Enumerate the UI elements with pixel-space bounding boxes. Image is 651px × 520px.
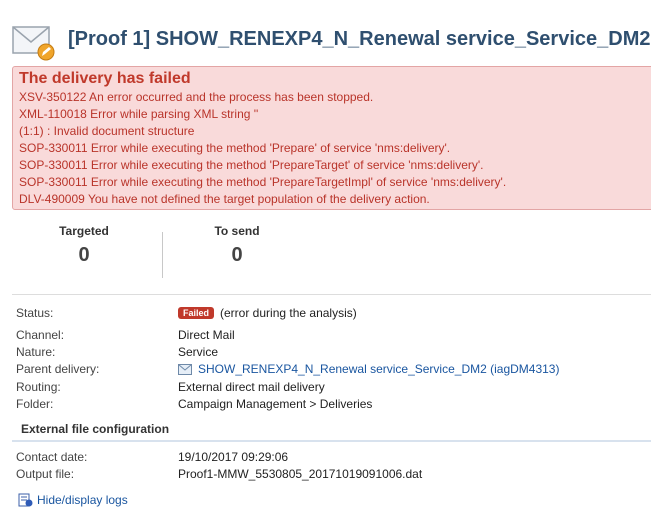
routing-value: External direct mail delivery (178, 380, 325, 394)
parent-delivery-link[interactable]: SHOW_RENEXP4_N_Renewal service_Service_D… (198, 362, 559, 376)
page-title: [Proof 1] SHOW_RENEXP4_N_Renewal service… (68, 28, 651, 50)
targeted-stat: Targeted 0 (34, 224, 134, 267)
output-file-row: Output file: Proof1-MMW_5530805_20171019… (16, 467, 646, 484)
nature-row: Nature: Service (16, 345, 646, 362)
parent-delivery-value: SHOW_RENEXP4_N_Renewal service_Service_D… (178, 362, 559, 378)
folder-value: Campaign Management > Deliveries (178, 397, 373, 411)
routing-label: Routing: (16, 380, 61, 394)
envelope-icon (178, 364, 192, 378)
error-title: The delivery has failed (19, 70, 191, 87)
error-line: DLV-490009 You have not defined the targ… (19, 192, 430, 206)
error-line: SOP-330011 Error while executing the met… (19, 175, 507, 189)
to-send-label: To send (214, 224, 260, 238)
envelope-edit-icon (12, 22, 56, 62)
output-file-label: Output file: (16, 467, 75, 481)
targeted-value: 0 (78, 244, 90, 266)
nature-label: Nature: (16, 345, 56, 359)
targeted-label: Targeted (59, 224, 109, 238)
error-line: XML-110018 Error while parsing XML strin… (19, 107, 259, 121)
status-text: (error during the analysis) (220, 306, 357, 320)
to-send-value: 0 (231, 244, 243, 266)
parent-delivery-label: Parent delivery: (16, 362, 100, 376)
nature-value: Service (178, 345, 219, 359)
error-line: XSV-350122 An error occurred and the pro… (19, 90, 374, 104)
stats-divider (162, 232, 163, 278)
delivery-stats: Targeted 0 To send 0 (12, 218, 651, 288)
channel-label: Channel: (16, 328, 65, 342)
page-header: [Proof 1] SHOW_RENEXP4_N_Renewal service… (0, 0, 651, 62)
channel-value: Direct Mail (178, 328, 235, 342)
error-panel: The delivery has failed XSV-350122 An er… (12, 66, 651, 210)
folder-row: Folder: Campaign Management > Deliveries (16, 397, 646, 414)
hide-display-logs-link[interactable]: Hide/display logs (37, 493, 128, 507)
error-line: SOP-330011 Error while executing the met… (19, 158, 484, 172)
to-send-stat: To send 0 (187, 224, 287, 267)
contact-date-value: 19/10/2017 09:29:06 (178, 450, 289, 464)
status-row: Status: Failed (error during the analysis… (16, 306, 646, 323)
contact-date-row: Contact date: 19/10/2017 09:29:06 (16, 450, 646, 467)
folder-label: Folder: (16, 397, 54, 411)
status-label: Status: (16, 306, 54, 320)
channel-row: Channel: Direct Mail (16, 328, 646, 345)
contact-date-label: Contact date: (16, 450, 88, 464)
error-line: SOP-330011 Error while executing the met… (19, 141, 451, 155)
logs-toggle[interactable]: Hide/display logs (18, 492, 128, 510)
divider (12, 294, 651, 295)
status-value: Failed (error during the analysis) (178, 306, 357, 320)
external-file-section: External file configuration (12, 420, 651, 442)
error-line: (1:1) : Invalid document structure (19, 124, 195, 138)
error-lines: XSV-350122 An error occurred and the pro… (19, 89, 506, 208)
status-badge: Failed (178, 307, 215, 319)
routing-row: Routing: External direct mail delivery (16, 380, 646, 397)
output-file-value: Proof1-MMW_5530805_20171019091006.dat (178, 467, 423, 481)
parent-delivery-row: Parent delivery: SHOW_RENEXP4_N_Renewal … (16, 362, 646, 379)
section-title: External file configuration (21, 422, 170, 436)
log-toggle-icon (18, 492, 33, 510)
